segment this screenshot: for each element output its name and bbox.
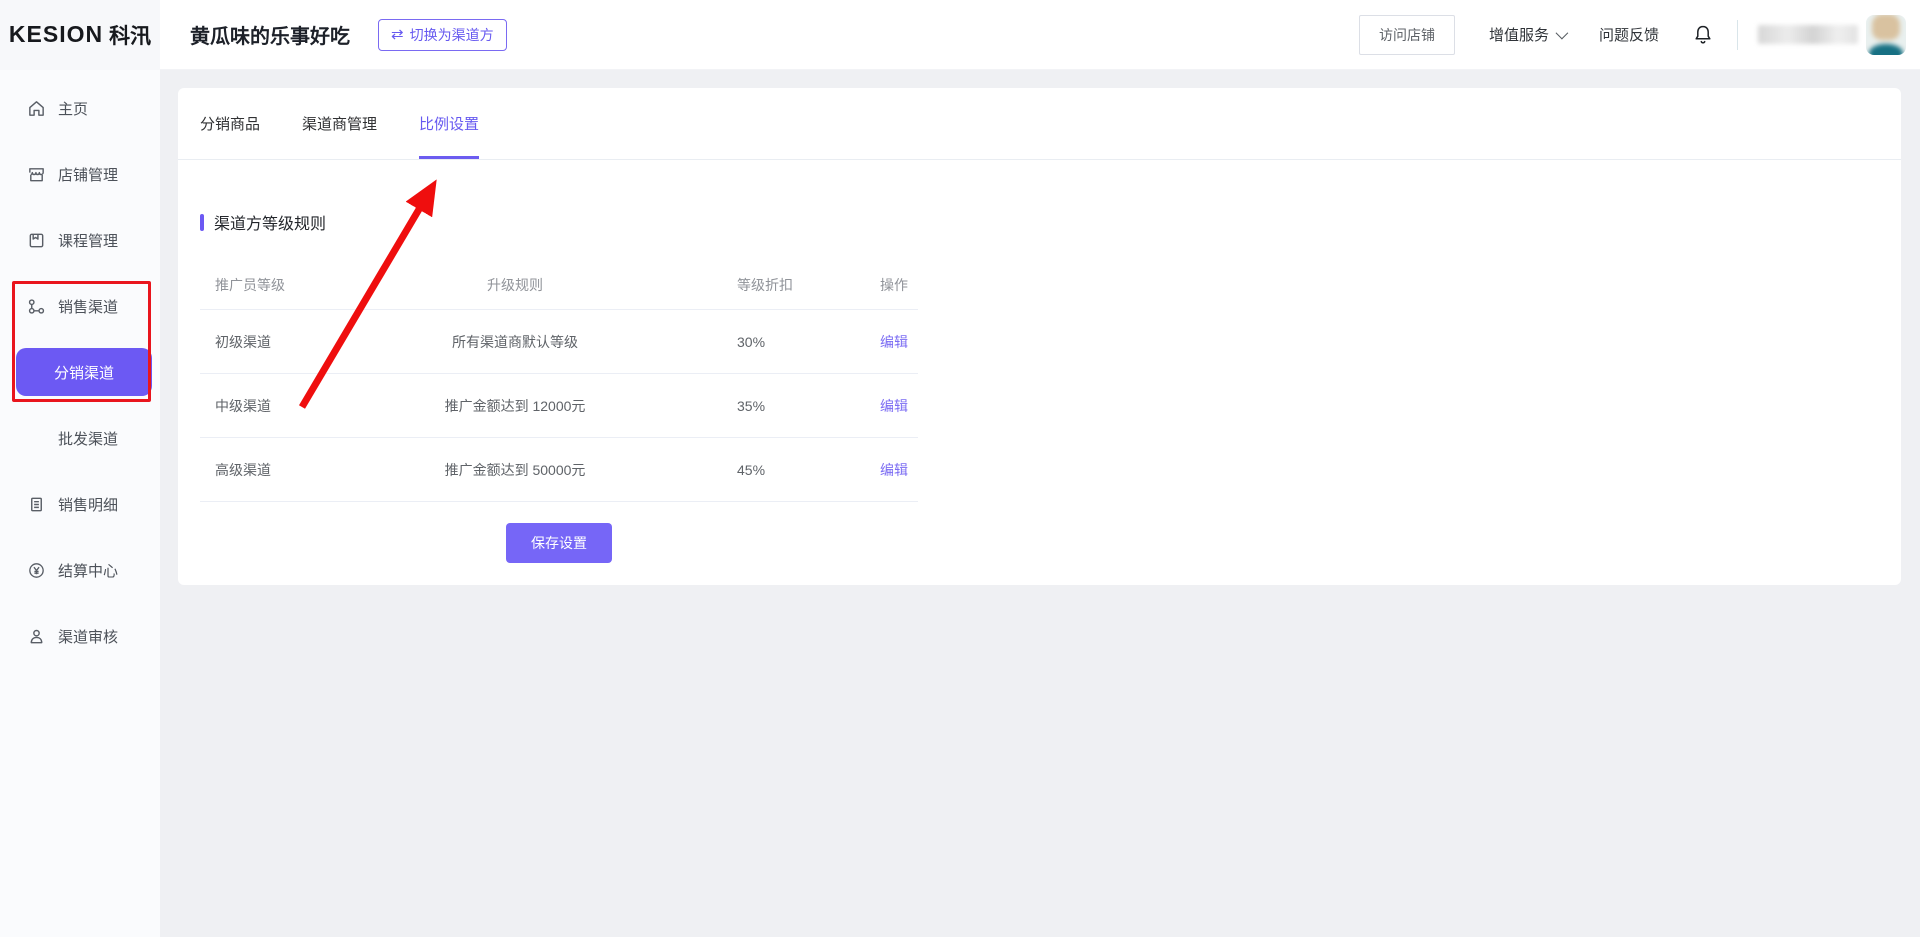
sidebar-item-label: 店铺管理 <box>58 164 118 185</box>
bell-icon <box>1691 23 1715 47</box>
sidebar-nav: 主页 店铺管理 课程管理 销售渠道 分销渠道 批发渠道 销售明细 <box>0 70 160 937</box>
level-rules-table: 推广员等级 升级规则 等级折扣 操作 初级渠道 所有渠道商默认等级 30% 编辑… <box>200 260 918 502</box>
switch-button-label: 切换为渠道方 <box>410 25 494 45</box>
sidebar-item-course-management[interactable]: 课程管理 <box>0 207 160 273</box>
col-header-action: 操作 <box>855 275 933 295</box>
logo-text-en: KESION <box>9 21 103 48</box>
tab-ratio-settings[interactable]: 比例设置 <box>419 88 479 159</box>
sidebar-item-label: 销售渠道 <box>58 296 118 317</box>
edit-link[interactable]: 编辑 <box>880 334 908 350</box>
switch-to-channel-button[interactable]: ⇄ 切换为渠道方 <box>378 19 507 51</box>
table-row: 初级渠道 所有渠道商默认等级 30% 编辑 <box>200 310 918 374</box>
sidebar-item-label: 结算中心 <box>58 560 118 581</box>
sidebar-item-wholesale-channel[interactable]: 批发渠道 <box>0 405 160 471</box>
table-header-row: 推广员等级 升级规则 等级折扣 操作 <box>200 260 918 310</box>
tab-distribution-products[interactable]: 分销商品 <box>200 88 260 159</box>
avatar[interactable] <box>1866 15 1906 55</box>
document-icon <box>27 495 46 514</box>
cell-discount: 45% <box>655 462 855 478</box>
section-accent-bar <box>200 214 204 231</box>
yuan-circle-icon <box>27 561 46 580</box>
cell-discount: 35% <box>655 398 855 414</box>
section-title: 渠道方等级规则 <box>214 210 326 234</box>
sidebar-item-channel-review[interactable]: 渠道审核 <box>0 603 160 669</box>
cell-rule: 推广金额达到 12000元 <box>375 396 655 416</box>
section-header: 渠道方等级规则 <box>200 210 1901 234</box>
tab-bar: 分销商品 渠道商管理 比例设置 <box>178 88 1901 160</box>
feedback-link[interactable]: 问题反馈 <box>1599 24 1659 45</box>
course-icon <box>27 231 46 250</box>
sidebar-item-shop-management[interactable]: 店铺管理 <box>0 141 160 207</box>
top-header: KESION 科汛 黄瓜味的乐事好吃 ⇄ 切换为渠道方 访问店铺 增值服务 问题… <box>0 0 1920 70</box>
sidebar-item-sales-detail[interactable]: 销售明细 <box>0 471 160 537</box>
visit-store-button[interactable]: 访问店铺 <box>1359 15 1455 55</box>
content-card: 分销商品 渠道商管理 比例设置 渠道方等级规则 推广员等级 升级规则 等级折扣 … <box>178 88 1901 585</box>
table-row: 高级渠道 推广金额达到 50000元 45% 编辑 <box>200 438 918 502</box>
logo-text-cn: 科汛 <box>109 20 151 50</box>
cell-level: 初级渠道 <box>215 332 375 352</box>
header-divider <box>1737 20 1738 50</box>
feedback-label: 问题反馈 <box>1599 24 1659 45</box>
value-services-menu[interactable]: 增值服务 <box>1489 24 1565 45</box>
cell-discount: 30% <box>655 334 855 350</box>
sidebar-item-sales-channel[interactable]: 销售渠道 <box>0 273 160 339</box>
sidebar-item-distribution-channel: 分销渠道 <box>0 339 160 405</box>
col-header-level: 推广员等级 <box>215 275 375 295</box>
store-title: 黄瓜味的乐事好吃 <box>190 20 350 49</box>
notification-bell-button[interactable] <box>1691 23 1715 47</box>
tab-channel-merchant-management[interactable]: 渠道商管理 <box>302 88 377 159</box>
sidebar-item-label: 销售明细 <box>58 494 118 515</box>
col-header-discount: 等级折扣 <box>655 275 855 295</box>
app-logo: KESION 科汛 <box>0 0 160 70</box>
sidebar-item-label: 主页 <box>58 98 88 119</box>
avatar-image <box>1866 15 1906 55</box>
sidebar-item-label: 批发渠道 <box>58 428 118 449</box>
person-icon <box>27 627 46 646</box>
edit-link[interactable]: 编辑 <box>880 398 908 414</box>
sidebar-item-distribution-channel-active[interactable]: 分销渠道 <box>16 348 152 396</box>
cell-level: 中级渠道 <box>215 396 375 416</box>
sidebar-item-home[interactable]: 主页 <box>0 75 160 141</box>
cell-rule: 所有渠道商默认等级 <box>375 332 655 352</box>
edit-link[interactable]: 编辑 <box>880 462 908 478</box>
save-button-row: 保存设置 <box>200 523 918 563</box>
shop-icon <box>27 165 46 184</box>
table-row: 中级渠道 推广金额达到 12000元 35% 编辑 <box>200 374 918 438</box>
save-settings-button[interactable]: 保存设置 <box>506 523 612 563</box>
swap-icon: ⇄ <box>391 27 404 42</box>
cell-level: 高级渠道 <box>215 460 375 480</box>
share-nodes-icon <box>27 297 46 316</box>
sidebar-item-settlement-center[interactable]: 结算中心 <box>0 537 160 603</box>
value-services-label: 增值服务 <box>1489 24 1549 45</box>
username-blurred <box>1758 25 1858 44</box>
sidebar-item-label: 渠道审核 <box>58 626 118 647</box>
cell-rule: 推广金额达到 50000元 <box>375 460 655 480</box>
sidebar-item-label: 分销渠道 <box>54 362 114 383</box>
col-header-rule: 升级规则 <box>375 275 655 295</box>
sidebar-item-label: 课程管理 <box>58 230 118 251</box>
chevron-down-icon <box>1556 27 1569 40</box>
header-actions: 访问店铺 增值服务 问题反馈 <box>1359 15 1920 55</box>
home-icon <box>27 99 46 118</box>
